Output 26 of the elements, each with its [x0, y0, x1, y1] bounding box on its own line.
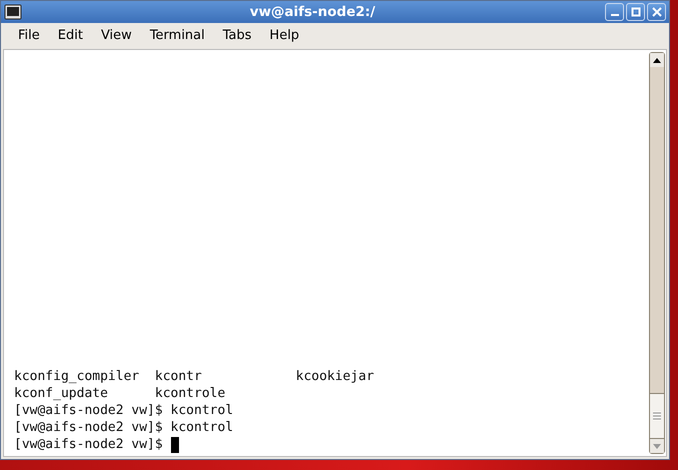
file-name: kconfig_compiler: [14, 368, 140, 385]
scroll-thumb[interactable]: [650, 393, 664, 439]
terminal-line: [vw@aifs-node2 vw]$: [14, 436, 163, 453]
file-name: kconf_update: [14, 385, 109, 402]
maximize-button[interactable]: [626, 3, 645, 21]
file-name: kcontrole: [154, 385, 226, 402]
file-name: kcontr: [154, 368, 203, 385]
close-icon: [652, 7, 662, 17]
menu-item[interactable]: Edit: [48, 24, 92, 48]
file-name: kcookiejar: [296, 368, 374, 385]
menu-item[interactable]: Help: [260, 24, 308, 48]
scrollbar[interactable]: [649, 52, 665, 454]
minimize-icon: [610, 14, 618, 16]
grip-icon: [653, 412, 661, 420]
scroll-up-icon[interactable]: [653, 58, 661, 62]
maximize-icon: [630, 7, 640, 17]
terminal-icon: [4, 4, 22, 20]
menu-item[interactable]: Terminal: [140, 24, 214, 48]
terminal-line: [vw@aifs-node2 vw]$ kcontrol: [14, 419, 234, 436]
terminal-line: [vw@aifs-node2 vw]$ kcontrol: [14, 402, 234, 419]
menu-item[interactable]: File: [9, 24, 49, 48]
window-title: vw@aifs-node2:/: [248, 2, 376, 22]
menu-item[interactable]: View: [92, 24, 141, 48]
close-button[interactable]: [647, 3, 666, 21]
menu-item[interactable]: Tabs: [214, 24, 261, 48]
minimize-button[interactable]: [605, 3, 624, 21]
